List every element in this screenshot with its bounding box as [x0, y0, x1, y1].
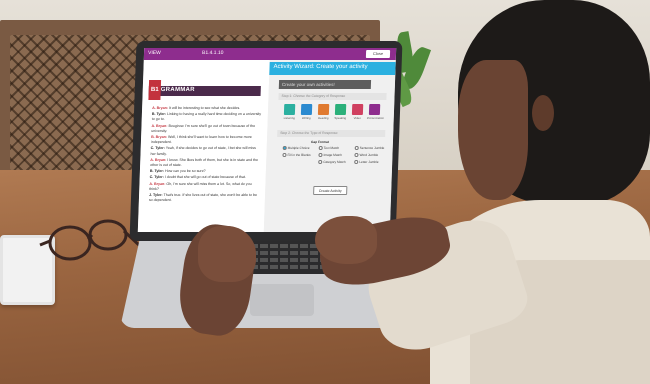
dialogue-speaker: A. Bryan:: [151, 123, 169, 128]
dialogue-speaker: B. Bryan:: [151, 135, 169, 140]
dialogue-text-line: How can you be so sure?: [164, 169, 206, 174]
response-option-label: Multiple Choice: [287, 146, 310, 150]
activity-name-input[interactable]: Create your own activities!: [278, 80, 372, 89]
dialogue-text-line: It will be interesting to see what she d…: [169, 106, 241, 110]
dialogue-text-line: Yeah, if she decides to go out of state,…: [150, 146, 256, 156]
app-topbar: [143, 48, 397, 60]
dialogue-line: C. Tyler: Yeah, if she decides to go out…: [150, 146, 260, 156]
activity-type-video[interactable]: Video: [350, 104, 366, 120]
photo-scene: VIEW B1.4.1.10 Close B1 GRAMMAR A. Bryan…: [0, 0, 650, 384]
activity-type-label: Listening: [283, 116, 295, 120]
laptop-screen: VIEW B1.4.1.10 Close B1 GRAMMAR A. Bryan…: [137, 48, 397, 232]
dialogue-line: C. Tyler: I doubt that she will go out o…: [150, 175, 260, 180]
reading-icon: [317, 104, 330, 115]
section-title: GRAMMAR: [160, 87, 195, 93]
response-option[interactable]: Image Match: [318, 153, 342, 157]
response-option[interactable]: Letter Jumble: [354, 160, 379, 164]
radio-icon: [354, 160, 359, 164]
activity-type-row: Listening Writing Reading Speaking Video Pron…: [281, 104, 388, 128]
pronunciation-icon: [368, 104, 381, 115]
video-icon: [351, 104, 364, 115]
level-badge: B1: [148, 80, 162, 100]
step-1-label: Step 1: Choose the Category of Response: [278, 93, 387, 100]
wizard-title: Activity Wizard: Create your activity: [273, 64, 368, 70]
dialogue-text-line: Linking to having a really hard time dec…: [151, 112, 262, 122]
dialogue-text: A. Bryan: It will be interesting to see …: [149, 106, 262, 204]
activity-type-label: Writing: [301, 116, 311, 120]
dialogue-line: A. Bryan: It will be interesting to see …: [152, 106, 262, 111]
speaking-icon: [334, 104, 347, 115]
dialogue-speaker: A. Bryan:: [150, 157, 168, 162]
dialogue-line: A. Bryan: Oh, I'm sure she will miss the…: [149, 182, 259, 192]
dialogue-line: B. Tyler: Linking to having a really har…: [152, 112, 262, 122]
radio-icon: [354, 153, 359, 157]
radio-icon: [354, 146, 359, 150]
activity-type-label: Video: [353, 116, 361, 120]
response-option-label: Image Match: [323, 153, 342, 157]
dialogue-speaker: B. Tyler:: [151, 112, 168, 117]
radio-icon: [318, 160, 323, 164]
activity-type-label: Reading: [317, 116, 329, 120]
dialogue-line: J. Tyler: That's true. If she lives out …: [149, 193, 259, 203]
response-option[interactable]: Sentence Jumble: [354, 146, 385, 150]
response-option[interactable]: Category Match: [318, 160, 346, 164]
activity-type-listening[interactable]: Listening: [282, 104, 298, 120]
radio-icon: [318, 153, 323, 157]
dialogue-line: B. Tyler: How can you be so sure?: [150, 169, 260, 174]
activity-type-reading[interactable]: Reading: [316, 104, 332, 120]
person-face: [458, 60, 528, 200]
step-2-label: Step 2: Choose the Type of Response: [277, 130, 386, 137]
dialogue-text-line: That's true. If she lives out of state, …: [148, 193, 258, 203]
unit-code: B1.4.1.10: [201, 50, 224, 56]
radio-icon: [282, 153, 287, 157]
person-ear: [532, 95, 554, 131]
response-option[interactable]: Fill in the Blanks: [282, 153, 311, 157]
response-option-label: Letter Jumble: [359, 160, 379, 164]
writing-icon: [300, 104, 313, 115]
dialogue-speaker: A. Bryan:: [149, 181, 167, 186]
person-right-hand: [315, 216, 377, 264]
dialogue-speaker: A. Bryan:: [152, 106, 170, 110]
gap-format-label: Gap Format: [310, 140, 329, 144]
radio-icon: [318, 146, 323, 150]
dialogue-speaker: C. Tyler:: [150, 146, 166, 151]
response-option-label: Sentence Jumble: [359, 146, 385, 150]
activity-type-label: Pronunciation: [366, 116, 384, 120]
dialogue-speaker: C. Tyler:: [149, 175, 165, 180]
dialogue-text-line: I doubt that she will go out of state be…: [164, 175, 247, 180]
dialogue-speaker: J. Tyler:: [149, 193, 164, 198]
dialogue-line: B. Bryan: Well, I think she'll want to l…: [151, 135, 261, 145]
response-type-options: Multiple Choice Text Match Sentence Jumble…: [282, 146, 387, 176]
dialogue-line: A. Bryan: I know. She likes both of them…: [150, 158, 260, 168]
activity-type-speaking[interactable]: Speaking: [333, 104, 349, 120]
response-option[interactable]: Multiple Choice: [282, 146, 310, 150]
response-option-label: Category Match: [323, 160, 346, 164]
trackpad: [250, 284, 314, 316]
response-option[interactable]: Word Jumble: [354, 153, 378, 157]
response-option-label: Text Match: [323, 146, 340, 150]
activity-type-label: Speaking: [334, 116, 347, 120]
response-option-label: Word Jumble: [359, 153, 379, 157]
person-left-hand: [198, 226, 256, 282]
create-activity-button[interactable]: Create Activity: [313, 186, 348, 195]
activity-type-pronunciation[interactable]: Pronunciation: [366, 104, 384, 120]
close-button[interactable]: Close: [365, 50, 391, 58]
radio-icon: [282, 146, 287, 150]
dialogue-speaker: B. Tyler:: [149, 169, 166, 174]
response-option-label: Fill in the Blanks: [287, 153, 311, 157]
activity-type-writing[interactable]: Writing: [299, 104, 315, 120]
dialogue-line: A. Bryan: Bougirow. I'm sure she'll go o…: [151, 124, 261, 134]
view-tab[interactable]: VIEW: [148, 50, 161, 56]
response-option[interactable]: Text Match: [318, 146, 340, 150]
listening-icon: [283, 104, 296, 115]
